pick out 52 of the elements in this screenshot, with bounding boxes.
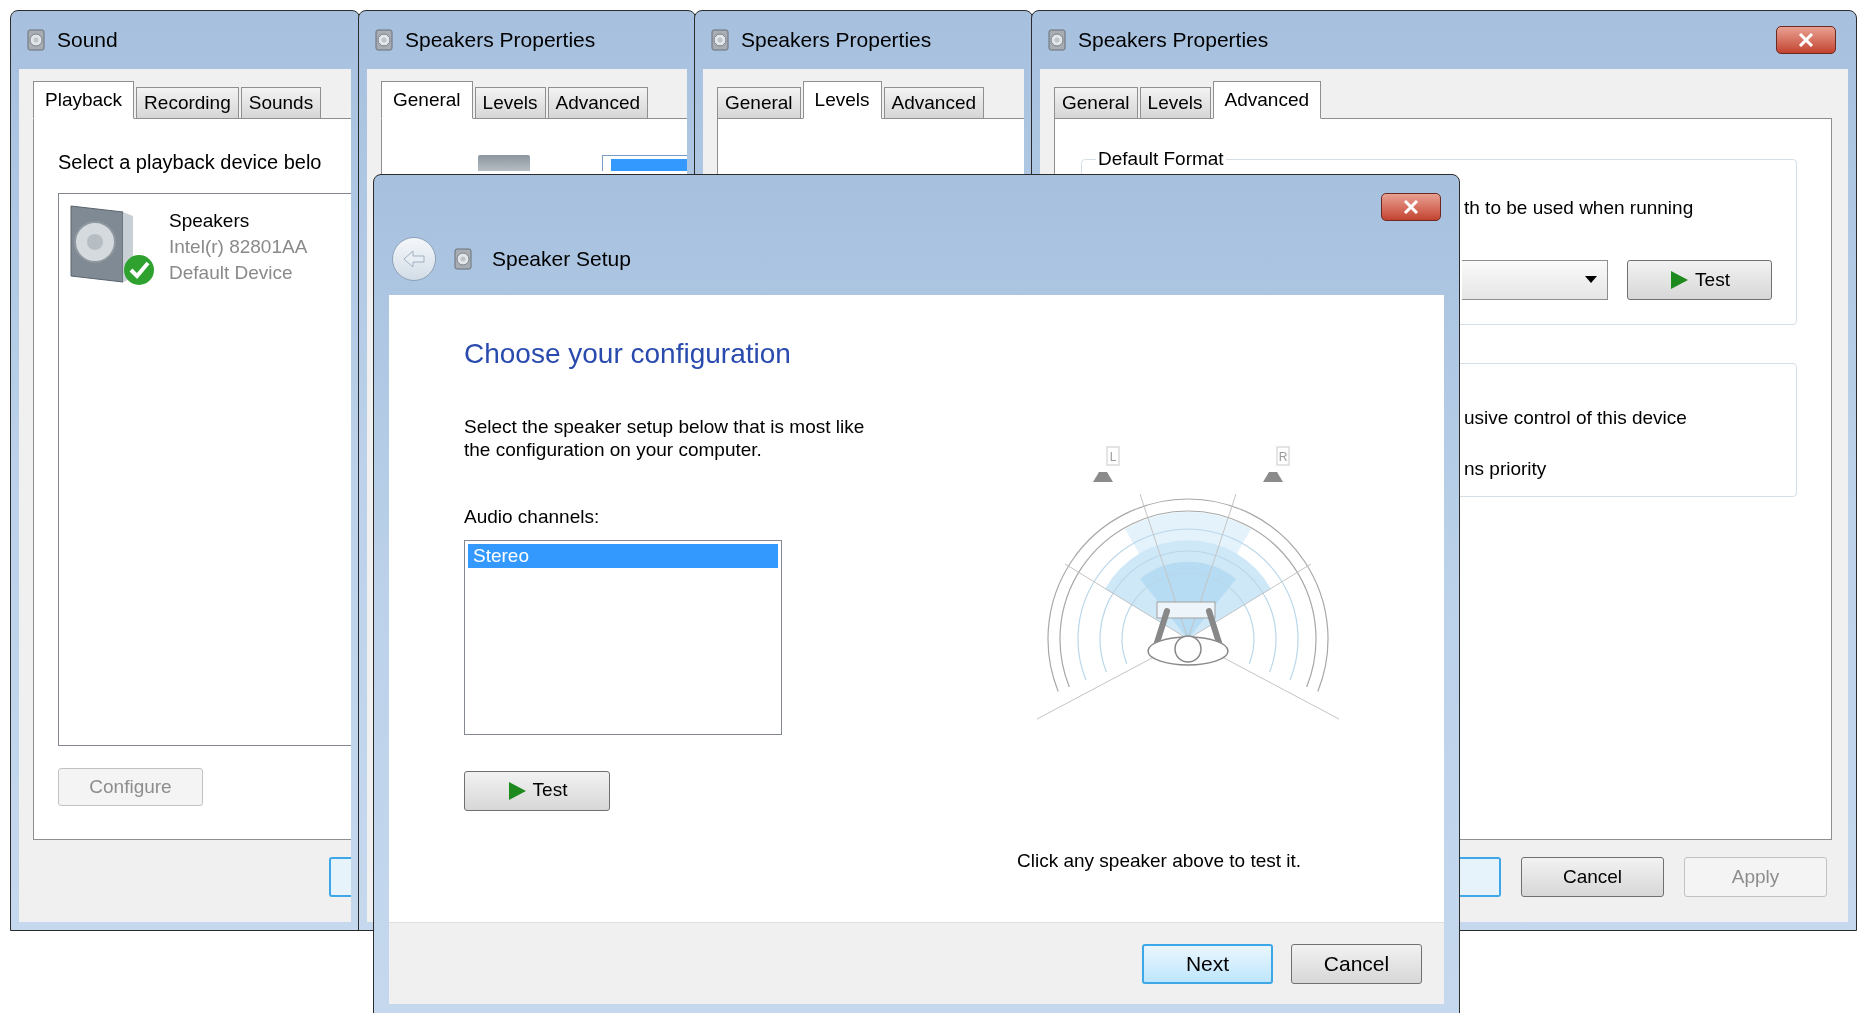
play-icon: [506, 780, 527, 801]
device-name: Speakers: [169, 209, 251, 233]
device-driver: Intel(r) 82801AA: [169, 235, 308, 259]
description-text: th to be used when running: [1464, 196, 1694, 218]
tab[interactable]: General: [717, 87, 801, 118]
close-button[interactable]: [1776, 26, 1836, 54]
window-title: Speakers Properties: [741, 27, 932, 54]
window-title: Speakers Properties: [1078, 27, 1269, 54]
channels-label: Audio channels:: [464, 505, 601, 529]
tab[interactable]: Sounds: [240, 87, 322, 118]
tab[interactable]: Advanced: [1212, 81, 1322, 119]
priority-text: ns priority: [1464, 456, 1548, 481]
instruction-text: Select the speaker setup below that is most like the configuration on your computer.: [464, 415, 866, 461]
wizard-heading: Choose your configuration: [464, 337, 792, 371]
back-button[interactable]: [392, 237, 436, 281]
name-field[interactable]: [602, 155, 687, 171]
speaker-icon[interactable]: [1093, 472, 1113, 482]
dialog-button[interactable]: Cancel: [1521, 857, 1664, 897]
tab[interactable]: General: [381, 81, 473, 119]
caret-icon: [1585, 276, 1597, 284]
speaker-label: L: [1109, 450, 1117, 464]
dialog-button[interactable]: [329, 857, 351, 897]
tab[interactable]: General: [1054, 87, 1138, 118]
exclusive-mode-text: usive control of this device: [1464, 406, 1688, 430]
back-arrow-icon: [402, 249, 426, 269]
wizard-button[interactable]: Cancel: [1291, 943, 1422, 984]
tab[interactable]: Levels: [474, 87, 546, 118]
tab[interactable]: Advanced: [547, 87, 649, 118]
speaker-icon[interactable]: [1263, 472, 1283, 482]
window-title: Speakers Properties: [405, 27, 596, 54]
tab[interactable]: Levels: [802, 81, 882, 119]
instruction-text: Select a playback device belo: [58, 150, 323, 175]
device-status: Default Device: [169, 261, 294, 285]
speaker-label: R: [1278, 450, 1288, 464]
test-button[interactable]: Test: [1627, 260, 1772, 300]
group-label: Default Format: [1097, 147, 1225, 171]
close-icon: [1798, 33, 1814, 47]
play-icon: [1669, 270, 1690, 290]
ok-button[interactable]: [1460, 857, 1501, 897]
tab[interactable]: Recording: [136, 87, 239, 118]
window-title: Sound: [57, 27, 118, 54]
tab[interactable]: Levels: [1139, 87, 1211, 118]
wizard-button[interactable]: Next: [1142, 943, 1273, 984]
hint-text: Click any speaker above to test it.: [1017, 849, 1303, 873]
tab[interactable]: Playback: [33, 81, 135, 119]
close-button[interactable]: [1381, 193, 1441, 221]
test-button[interactable]: Test: [464, 770, 610, 811]
format-dropdown[interactable]: [1462, 260, 1608, 300]
tab[interactable]: Advanced: [883, 87, 985, 118]
close-icon: [1403, 200, 1419, 214]
speaker-icon: [478, 155, 530, 171]
wizard-title: Speaker Setup: [492, 246, 631, 273]
